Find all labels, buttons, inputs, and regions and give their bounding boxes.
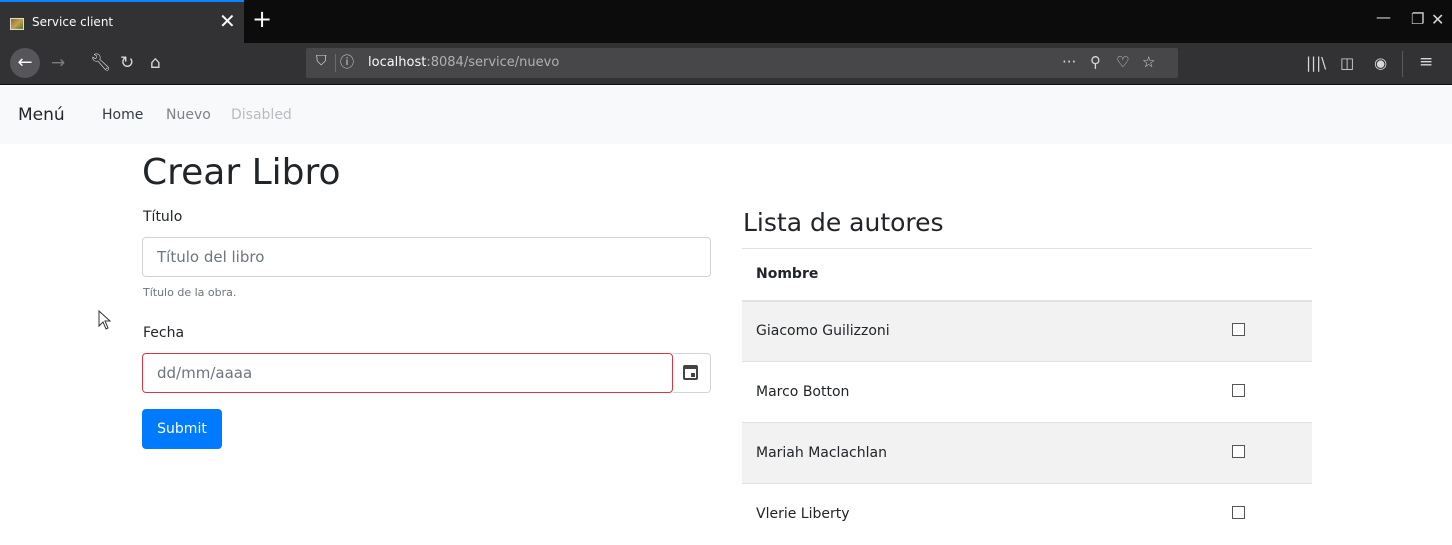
sidebar-icon[interactable]: ◫ — [1340, 54, 1354, 72]
nav-link-disabled: Disabled — [231, 107, 292, 123]
info-icon[interactable]: ⓘ — [340, 52, 354, 72]
submit-button[interactable]: Submit — [142, 409, 222, 449]
toolbar-divider — [1402, 51, 1403, 77]
url-bar[interactable]: ⛉ ⓘ localhost:8084/service/nuevo ··· ⚲ ♡… — [306, 48, 1178, 78]
author-checkbox[interactable] — [1232, 322, 1245, 336]
favicon-icon — [10, 18, 24, 30]
mouse-cursor-icon — [98, 310, 112, 330]
select-cell — [1232, 300, 1312, 362]
author-checkbox[interactable] — [1232, 383, 1245, 397]
calendar-button[interactable] — [673, 353, 711, 393]
new-tab-button[interactable]: + — [252, 5, 272, 33]
tab-close-icon[interactable]: ✕ — [219, 10, 236, 32]
library-icon[interactable]: |||\ — [1306, 54, 1326, 72]
window-restore-button[interactable]: ❐ — [1411, 10, 1424, 28]
select-cell — [1232, 422, 1312, 484]
url-host: localhost — [368, 55, 427, 70]
page-title: Crear Libro — [142, 152, 341, 193]
pocket-icon[interactable]: ♡ — [1116, 53, 1129, 71]
menu-icon[interactable]: ≡ — [1419, 52, 1433, 72]
select-cell — [1232, 361, 1312, 423]
column-header-select — [1232, 248, 1312, 302]
window-close-button[interactable]: ✕ — [1431, 10, 1444, 29]
author-name: Vlerie Liberty — [742, 483, 1232, 545]
shield-icon[interactable]: ⛉ — [316, 53, 327, 69]
nav-link-nuevo[interactable]: Nuevo — [166, 107, 211, 123]
browser-tab-bar: Service client ✕ + — ❐ ✕ — [0, 0, 1452, 43]
forward-arrow-icon[interactable]: → — [51, 52, 65, 74]
table-row: Marco Botton — [742, 361, 1312, 423]
author-checkbox[interactable] — [1232, 444, 1245, 458]
table-row: Mariah Maclachlan — [742, 422, 1312, 484]
back-arrow-icon[interactable]: ← — [10, 48, 40, 78]
author-checkbox[interactable] — [1232, 505, 1245, 519]
author-name: Mariah Maclachlan — [742, 422, 1232, 484]
fecha-label: Fecha — [143, 325, 185, 341]
url-text[interactable]: localhost:8084/service/nuevo — [368, 55, 559, 70]
browser-toolbar: ← → 🔧︎ ↻ ⌂ ⛉ ⓘ localhost:8084/service/nu… — [0, 43, 1452, 85]
more-icon[interactable]: ··· — [1062, 53, 1076, 71]
url-path: :8084/service/nuevo — [426, 55, 560, 70]
table-header-row: Nombre — [742, 248, 1312, 302]
titulo-help-text: Título de la obra. — [143, 286, 237, 299]
tab-title: Service client — [32, 15, 114, 29]
column-header-nombre: Nombre — [742, 248, 1232, 302]
calendar-icon — [683, 365, 698, 380]
wrench-icon[interactable]: 🔧︎ — [90, 52, 112, 74]
window-minimize-button[interactable]: — — [1376, 8, 1391, 26]
authors-table: Nombre Giacomo Guilizzoni Marco Botton M… — [742, 248, 1312, 545]
titulo-label: Título — [143, 209, 183, 225]
table-row: Vlerie Liberty — [742, 483, 1312, 545]
nav-link-home[interactable]: Home — [102, 107, 143, 123]
author-name: Marco Botton — [742, 361, 1232, 423]
select-cell — [1232, 483, 1312, 545]
star-icon[interactable]: ☆ — [1142, 53, 1155, 71]
site-navbar: Menú Home Nuevo Disabled — [0, 86, 1452, 144]
author-name: Giacomo Guilizzoni — [742, 300, 1232, 362]
table-row: Giacomo Guilizzoni — [742, 300, 1312, 362]
browser-tab[interactable]: Service client ✕ — [0, 0, 244, 43]
url-separator — [335, 54, 336, 72]
account-icon[interactable]: ◉ — [1374, 54, 1387, 72]
titulo-input[interactable]: Título del libro — [142, 237, 711, 277]
pin-icon[interactable]: ⚲ — [1090, 53, 1101, 71]
navbar-brand[interactable]: Menú — [18, 105, 65, 125]
authors-heading: Lista de autores — [743, 208, 944, 237]
reload-icon[interactable]: ↻ — [120, 52, 134, 74]
home-icon[interactable]: ⌂ — [150, 52, 161, 74]
fecha-input[interactable]: dd/mm/aaaa — [142, 353, 673, 393]
